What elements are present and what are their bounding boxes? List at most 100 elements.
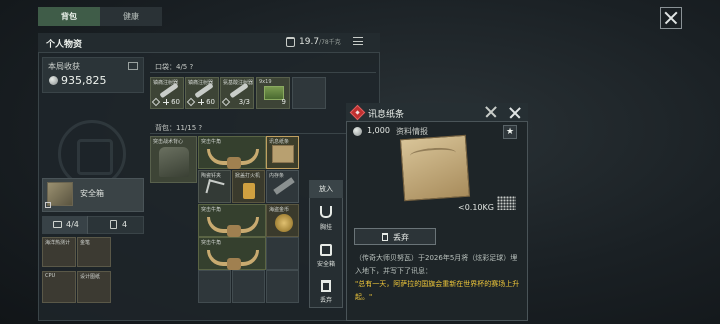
backpack-item[interactable]: 陶瓷钎夹 [198, 170, 231, 203]
backpack-item[interactable]: 突击牛角 [198, 237, 266, 270]
safe-box-menu-label[interactable]: 安全箱 [309, 259, 343, 268]
item-name: 突击战术背心 [153, 139, 184, 145]
detail-close-icon[interactable] [508, 106, 522, 120]
backpack-help-icon[interactable]: ? [198, 124, 202, 132]
memory-stick-icon [273, 177, 295, 195]
tool-icon [151, 97, 161, 107]
tab-health[interactable]: 健康 [100, 7, 162, 26]
item-name: 掀盖打火机 [235, 173, 261, 179]
item-name: 陶瓷钎夹 [201, 173, 222, 179]
backpack-item[interactable]: 突击牛角 [198, 204, 266, 237]
bag-icon[interactable] [110, 220, 117, 229]
discard-button[interactable]: 丢弃 [354, 228, 436, 245]
slot-tab-kit[interactable] [42, 216, 88, 234]
item-count: 60 [206, 98, 215, 106]
item-count: 60 [171, 98, 180, 106]
discard-menu-label[interactable]: 丢弃 [309, 295, 343, 304]
pocket-help-icon[interactable]: ? [190, 63, 194, 71]
backpack-count: 背包：11/15 [155, 124, 197, 132]
grid-size-icon [497, 196, 516, 210]
chest-rig-icon[interactable] [320, 206, 332, 218]
item-name: 突击牛角 [201, 240, 222, 246]
item-count: 9 [281, 98, 286, 106]
letter-image [399, 134, 471, 202]
backpack-slot-empty[interactable] [266, 237, 299, 270]
tool-icon [221, 97, 231, 107]
pocket-slot[interactable]: 9x19 9 [256, 77, 290, 109]
close-icon[interactable] [660, 7, 682, 29]
item-name: 金笔 [80, 240, 91, 246]
pickaxe-icon [205, 179, 225, 197]
coin-icon [353, 127, 362, 136]
item-name: 设计图纸 [80, 274, 101, 280]
horn-center [227, 225, 241, 237]
weight-icon [286, 37, 295, 47]
weight-max: /78千克 [319, 39, 341, 46]
item-count: 3/3 [238, 98, 250, 106]
backpack-slot-empty[interactable] [232, 270, 265, 303]
item-name: 突击牛角 [201, 139, 222, 145]
chest-rig-label[interactable]: 胸挂 [309, 222, 343, 231]
slot-kit-count: 4/4 [66, 220, 79, 229]
vest-icon [159, 147, 189, 177]
vest-slot[interactable]: 突击战术背心 [150, 136, 197, 183]
item-name: 氨基酸注射器 [223, 80, 254, 86]
safe-box-label: 安全箱 [80, 189, 104, 198]
safe-box-icon[interactable] [320, 244, 332, 256]
backpack-item[interactable]: 掀盖打火机 [232, 170, 265, 203]
earnings-value: 935,825 [61, 74, 107, 87]
lighter-icon [243, 183, 255, 199]
backpack-slot-empty[interactable] [198, 270, 231, 303]
side-item[interactable]: 设计图纸 [77, 271, 111, 303]
plus-icon [163, 99, 169, 105]
put-in-button[interactable]: 放入 [309, 180, 343, 198]
backpack-item[interactable]: 海盗金币 [266, 204, 299, 237]
item-name: 海盗金币 [269, 207, 290, 213]
pocket-slot-empty[interactable] [292, 77, 326, 109]
gold-coin-icon [275, 214, 293, 232]
menu-list-icon[interactable] [353, 37, 363, 45]
side-item[interactable]: 海洋热测计 [42, 237, 76, 267]
pocket-slot[interactable]: 镇痛注射器 60 [185, 77, 219, 109]
pocket-slot[interactable]: 氨基酸注射器 3/3 [220, 77, 254, 109]
kit-icon [53, 221, 62, 228]
letter-icon [272, 145, 294, 163]
detail-weight: <0.10KG [458, 203, 494, 212]
earnings-list-icon[interactable] [128, 62, 138, 70]
backpack-item[interactable]: 突击牛角 [198, 136, 266, 169]
backpack-item[interactable]: 内存条 [266, 170, 299, 203]
side-item[interactable]: CPU [42, 271, 76, 303]
weight-readout: 19.7/78千克 [299, 37, 341, 47]
item-name: 内存条 [269, 173, 285, 179]
pocket-count: 口袋：4/5 [155, 63, 188, 71]
detail-type: 资料情报 [396, 127, 428, 136]
weight-value: 19.7 [299, 37, 320, 47]
discard-label: 丢弃 [393, 233, 409, 242]
item-name: 突击牛角 [201, 207, 222, 213]
item-name: 9x19 [259, 79, 272, 85]
lock-icon [45, 202, 51, 208]
pocket-slot[interactable]: 镇痛注射器 60 [150, 77, 184, 109]
slot-bag-count: 4 [122, 220, 128, 229]
collapse-icon[interactable] [484, 107, 496, 117]
plus-icon [198, 99, 204, 105]
detail-title: 讯息纸条 [368, 110, 405, 120]
backpack-item-selected[interactable]: 讯息纸条 [266, 136, 299, 169]
side-item[interactable]: 金笔 [77, 237, 111, 267]
tool-icon [186, 97, 196, 107]
item-name: 讯息纸条 [269, 139, 290, 145]
favorite-star-icon[interactable]: ★ [503, 125, 517, 139]
detail-price: 1,000 [367, 126, 390, 135]
horn-center [227, 258, 241, 270]
pocket-label: 口袋：4/5 ? [155, 62, 193, 72]
backpack-slot-empty[interactable] [266, 270, 299, 303]
tab-bar: 背包 健康 [38, 7, 162, 26]
trash-icon[interactable] [321, 280, 331, 292]
item-name: 海洋热测计 [45, 240, 71, 246]
tab-backpack[interactable]: 背包 [38, 7, 100, 26]
backpack-label: 背包：11/15 ? [155, 123, 202, 133]
earnings-label: 本局收获 [48, 62, 80, 71]
trash-icon [382, 233, 388, 241]
item-name: CPU [45, 273, 56, 279]
coin-icon [49, 76, 58, 85]
